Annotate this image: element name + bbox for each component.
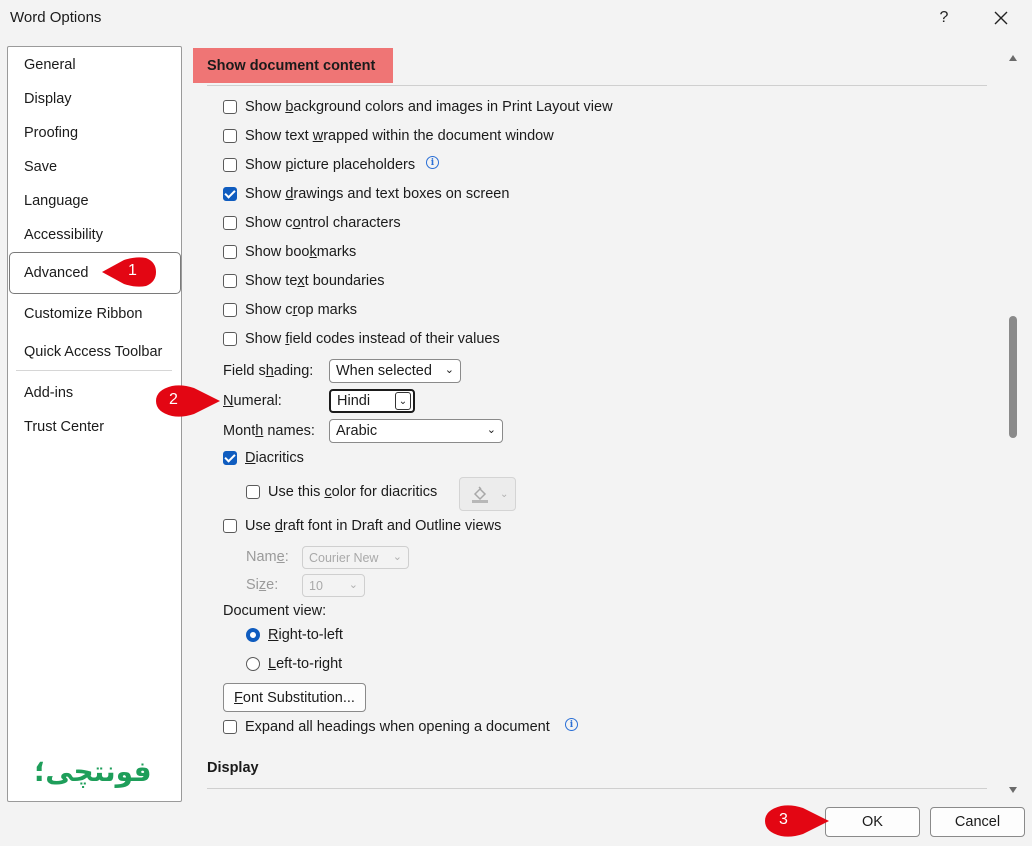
field-shading-select[interactable]: When selected ⌄ [329, 359, 461, 383]
diacritics-checkbox[interactable] [223, 451, 237, 465]
field-shading-label: Field shading: [223, 363, 314, 379]
ltr-label: Left-to-right [268, 656, 343, 672]
option-label: Show background colors and images in Pri… [245, 99, 613, 115]
annotation-badge-2: 2 [154, 384, 222, 418]
watermark-logo: فونتچی؛ [34, 755, 152, 788]
sidebar-item-general[interactable]: General [24, 57, 76, 73]
annotation-badge-3: 3 [763, 804, 831, 838]
option-label: Show crop marks [245, 302, 358, 318]
info-icon[interactable]: i [565, 718, 578, 731]
option-label: Show text wrapped within the document wi… [245, 128, 554, 144]
font-substitution-button[interactable]: Font Substitution... [223, 683, 366, 712]
rtl-radio[interactable] [246, 628, 260, 642]
scrollbar[interactable] [1006, 46, 1020, 802]
option-checkbox[interactable] [223, 274, 237, 288]
close-button[interactable] [985, 4, 1017, 32]
sidebar-item-add-ins[interactable]: Add-ins [24, 385, 73, 401]
option-checkbox[interactable] [223, 129, 237, 143]
option-label: Show drawings and text boxes on screen [245, 186, 510, 202]
sidebar-item-language[interactable]: Language [24, 193, 89, 209]
sidebar-item-proofing[interactable]: Proofing [24, 125, 78, 141]
option-checkbox[interactable] [223, 216, 237, 230]
option-checkbox[interactable] [223, 187, 237, 201]
cancel-button[interactable]: Cancel [930, 807, 1025, 837]
section-header: Show document content [193, 48, 393, 83]
draft-size-select[interactable]: 10 ⌄ [302, 574, 365, 597]
numeral-select[interactable]: Hindi ⌄ [329, 389, 415, 413]
option-label: Show field codes instead of their values [245, 331, 500, 347]
chevron-down-icon: ⌄ [500, 488, 509, 500]
diacritics-label: Diacritics [245, 450, 304, 466]
sidebar-item-quick-access-toolbar[interactable]: Quick Access Toolbar [24, 344, 162, 360]
option-checkbox[interactable] [223, 303, 237, 317]
info-icon[interactable]: i [426, 156, 439, 169]
close-icon [994, 11, 1008, 25]
expand-headings-label: Expand all headings when opening a docum… [245, 719, 550, 735]
chevron-down-icon: ⌄ [348, 579, 358, 591]
window-title: Word Options [10, 9, 102, 26]
draft-font-checkbox[interactable] [223, 519, 237, 533]
diacritics-color-checkbox[interactable] [246, 485, 260, 499]
sidebar-divider [16, 370, 172, 371]
option-checkbox[interactable] [223, 158, 237, 172]
annotation-badge-1: 1 [100, 256, 160, 288]
ltr-radio[interactable] [246, 657, 260, 671]
chevron-down-icon: ⌄ [395, 392, 411, 410]
display-divider [207, 788, 987, 789]
option-checkbox[interactable] [223, 100, 237, 114]
option-label: Show control characters [245, 215, 401, 231]
scroll-up-icon[interactable] [1008, 54, 1018, 62]
diacritics-color-label: Use this color for diacritics [268, 484, 438, 500]
sidebar-item-advanced[interactable]: Advanced [24, 265, 89, 281]
expand-headings-checkbox[interactable] [223, 720, 237, 734]
sidebar-item-save[interactable]: Save [24, 159, 57, 175]
option-checkbox[interactable] [223, 245, 237, 259]
sidebar-item-trust-center[interactable]: Trust Center [24, 419, 104, 435]
sidebar: General Display Proofing Save Language A… [7, 46, 182, 802]
numeral-label: Numeral: [223, 393, 282, 409]
month-names-label: Month names: [223, 423, 315, 439]
chevron-down-icon: ⌄ [444, 364, 454, 376]
sidebar-item-display[interactable]: Display [24, 91, 72, 107]
option-label: Show picture placeholders [245, 157, 416, 173]
draft-name-label: Name: [246, 549, 289, 565]
diacritics-color-picker[interactable]: ⌄ [459, 477, 516, 511]
ok-button[interactable]: OK [825, 807, 920, 837]
paint-bucket-icon [472, 486, 488, 503]
scroll-down-icon[interactable] [1008, 786, 1018, 794]
chevron-down-icon: ⌄ [486, 424, 496, 436]
help-button[interactable]: ? [928, 4, 960, 32]
option-checkbox[interactable] [223, 332, 237, 346]
scroll-thumb[interactable] [1009, 316, 1017, 438]
badge-arrow-right-icon [156, 385, 220, 417]
display-section-header: Display [207, 760, 259, 776]
draft-name-select[interactable]: Courier New ⌄ [302, 546, 409, 569]
badge-arrow-right-icon [765, 805, 829, 837]
section-divider [207, 85, 987, 86]
draft-font-label: Use draft font in Draft and Outline view… [245, 518, 502, 534]
draft-size-label: Size: [246, 577, 279, 593]
sidebar-item-accessibility[interactable]: Accessibility [24, 227, 103, 243]
rtl-label: Right-to-left [268, 627, 343, 643]
option-label: Show text boundaries [245, 273, 385, 289]
option-label: Show bookmarks [245, 244, 357, 260]
month-names-select[interactable]: Arabic ⌄ [329, 419, 503, 443]
chevron-down-icon: ⌄ [392, 551, 402, 563]
document-view-label: Document view: [223, 603, 327, 619]
sidebar-item-customize-ribbon[interactable]: Customize Ribbon [24, 306, 142, 322]
